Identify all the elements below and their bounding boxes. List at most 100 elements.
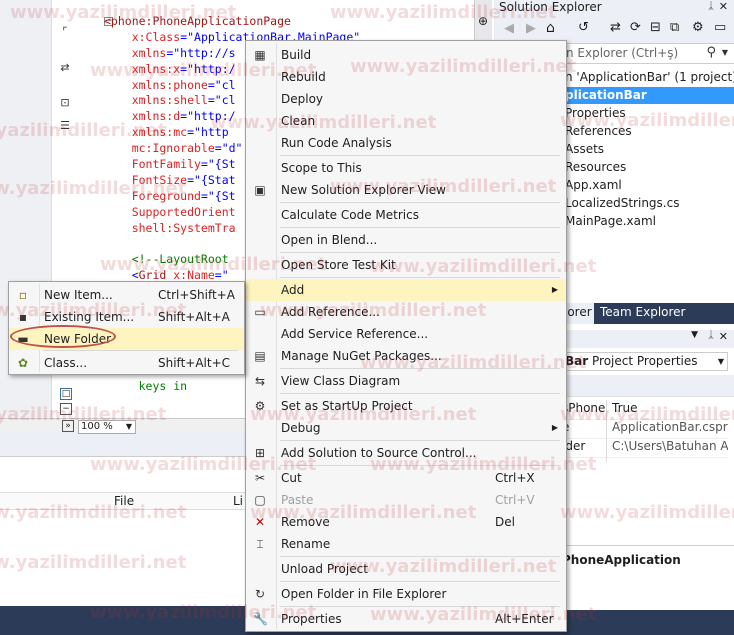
menu-item-properties[interactable]: 🔧 Properties Alt+Enter <box>246 608 566 630</box>
column-file[interactable]: File <box>114 494 134 508</box>
nuget-icon: ▤ <box>254 349 266 363</box>
code-token: ="http://s <box>166 45 236 60</box>
tree-item[interactable]: plicationBar <box>565 88 647 102</box>
menu-separator <box>280 252 560 253</box>
menu-item-label: Cut <box>281 471 302 485</box>
code-token: ="http <box>187 125 229 140</box>
menu-item-label: Add Service Reference... <box>281 327 429 341</box>
swap-pane-icon[interactable]: » <box>62 420 74 432</box>
column-line[interactable]: Li <box>233 494 243 508</box>
tree-item[interactable]: References <box>565 124 632 138</box>
tree-item[interactable]: MainPage.xaml <box>565 214 656 228</box>
swap-icon[interactable]: ⇄ <box>58 62 72 74</box>
code-token: ="cl <box>207 93 236 108</box>
dropdown-icon[interactable]: ▼ <box>691 330 698 340</box>
refresh-icon[interactable]: ⟳ <box>630 20 641 35</box>
menu-item-paste: ▢ Paste Ctrl+V <box>246 489 566 511</box>
pin-icon[interactable]: ᛣ <box>708 330 714 341</box>
menu-item-view-class-diagram[interactable]: ⇆ View Class Diagram <box>246 370 566 392</box>
tree-item[interactable]: Assets <box>565 142 604 156</box>
menu-item-rename[interactable]: ⌶ Rename <box>246 533 566 555</box>
menu-item-label: Build <box>281 48 312 62</box>
search-options-icon[interactable]: ▼ <box>722 44 728 62</box>
object-type: Project Properties <box>592 354 698 368</box>
tree-item[interactable]: n 'ApplicationBar' (1 project) <box>565 70 734 84</box>
back-icon[interactable]: ◀ <box>504 21 514 36</box>
menu-item-remove[interactable]: ✕ Remove Del <box>246 511 566 533</box>
code-token: keys in <box>104 379 188 394</box>
menu-item-manage-nuget-packages[interactable]: ▤ Manage NuGet Packages... <box>246 345 566 367</box>
sync-icon[interactable]: ⇄ <box>610 20 621 35</box>
home-icon[interactable]: ⌂ <box>546 20 555 36</box>
menu-item-add[interactable]: Add ▶ <box>246 279 566 301</box>
submenu-item-new-item[interactable]: ▫ New Item... Ctrl+Shift+A <box>9 284 244 306</box>
menu-item-deploy[interactable]: Deploy <box>246 88 566 110</box>
menu-item-rebuild[interactable]: Rebuild <box>246 66 566 88</box>
code-token: mc:Ignorable <box>104 141 215 156</box>
tab-team-explorer[interactable]: Team Explorer <box>600 305 686 319</box>
project-context-menu: ▦ Build Rebuild Deploy Clean Run Code Analysi… <box>245 40 567 632</box>
history-icon[interactable]: ↺ <box>578 20 589 35</box>
property-row[interactable]: lderC:\Users\Batuhan AVL <box>560 439 728 458</box>
properties-object-selector[interactable]: Bar Project Properties ▼ <box>560 352 728 371</box>
forward-icon[interactable]: ▶ <box>526 21 536 36</box>
tree-item[interactable]: LocalizedStrings.cs <box>565 196 679 210</box>
source-control-icon: ⊞ <box>254 446 266 460</box>
grid-icon[interactable]: ⊡ <box>58 97 72 109</box>
menu-item-run-code-analysis[interactable]: Run Code Analysis <box>246 132 566 154</box>
menu-item-scope-to-this[interactable]: Scope to This <box>246 157 566 179</box>
wrench-icon: 🔧 <box>253 612 268 626</box>
properties-icon[interactable]: ⚙ <box>692 20 704 35</box>
property-row[interactable]: sPhone True <box>560 401 728 420</box>
tree-item[interactable]: Resources <box>565 160 626 174</box>
pin-icon[interactable]: ᛣ <box>708 0 714 14</box>
collapse-pane-icon[interactable]: − <box>60 403 72 415</box>
remove-icon: ✕ <box>254 515 266 529</box>
property-row[interactable]: eApplicationBar.csproj <box>560 420 728 439</box>
menu-item-unload-project[interactable]: Unload Project <box>246 558 566 580</box>
menu-item-open-store-test-kit[interactable]: Open Store Test Kit <box>246 254 566 276</box>
solution-explorer-view-icon: ▣ <box>254 183 266 197</box>
paste-icon: ▢ <box>254 493 266 507</box>
submenu-arrow-icon: ▶ <box>551 423 558 432</box>
menu-item-label: Deploy <box>281 92 324 106</box>
close-icon[interactable]: ✕ <box>719 330 728 343</box>
menu-separator <box>280 155 560 156</box>
tab-solution-explorer-label[interactable]: lorer <box>564 305 592 319</box>
chevron-down-icon: ▼ <box>125 422 132 431</box>
tree-item[interactable]: App.xaml <box>565 178 622 192</box>
zoom-select[interactable]: 100 % ▼ <box>78 420 136 434</box>
tree-item[interactable]: Properties <box>565 106 626 120</box>
menu-item-open-folder-in-file-explorer[interactable]: ↻ Open Folder in File Explorer <box>246 583 566 605</box>
cut-icon: ✂ <box>254 471 266 485</box>
menu-item-calculate-code-metrics[interactable]: Calculate Code Metrics <box>246 204 566 226</box>
show-all-icon[interactable]: ⧉ <box>670 20 679 35</box>
menu-item-add-solution-to-source-control[interactable]: ⊞ Add Solution to Source Control... <box>246 442 566 464</box>
expand-icon[interactable]: □ <box>60 388 72 400</box>
menu-item-cut[interactable]: ✂ Cut Ctrl+X <box>246 467 566 489</box>
submenu-item-class[interactable]: ✿ Class... Shift+Alt+C <box>9 352 244 374</box>
menu-item-new-solution-explorer-view[interactable]: ▣ New Solution Explorer View <box>246 179 566 201</box>
menu-item-clean[interactable]: Clean <box>246 110 566 132</box>
menu-item-label: Remove <box>281 515 330 529</box>
menu-item-add-service-reference[interactable]: Add Service Reference... <box>246 323 566 345</box>
menu-item-label: Run Code Analysis <box>281 136 392 150</box>
code-token: xmlns:x <box>104 61 181 76</box>
menu-item-build[interactable]: ▦ Build <box>246 44 566 66</box>
preview-icon[interactable]: ▭ <box>714 20 726 35</box>
collapse-all-icon[interactable]: ⊟ <box>650 20 661 35</box>
submenu-item-label: New Item... <box>44 288 113 302</box>
bookmark-icon[interactable]: ⌜ <box>58 26 72 38</box>
menu-item-label: Manage NuGet Packages... <box>281 349 442 363</box>
menu-item-add-reference[interactable]: ▭ Add Reference... <box>246 301 566 323</box>
close-icon[interactable]: ✕ <box>719 0 728 14</box>
menu-item-label: Set as StartUp Project <box>281 399 413 413</box>
code-token: xmlns <box>104 45 167 60</box>
menu-item-set-as-startup-project[interactable]: ⚙ Set as StartUp Project <box>246 395 566 417</box>
code-line[interactable]: <phone:PhoneApplicationPage <box>104 14 360 30</box>
menu-item-open-in-blend[interactable]: Open in Blend... <box>246 229 566 251</box>
menu-item-debug[interactable]: Debug ▶ <box>246 417 566 439</box>
list-icon[interactable]: ☰ <box>58 120 72 132</box>
split-icon[interactable]: ⊕ <box>476 14 490 28</box>
search-icon[interactable]: ⚲ <box>706 44 716 62</box>
